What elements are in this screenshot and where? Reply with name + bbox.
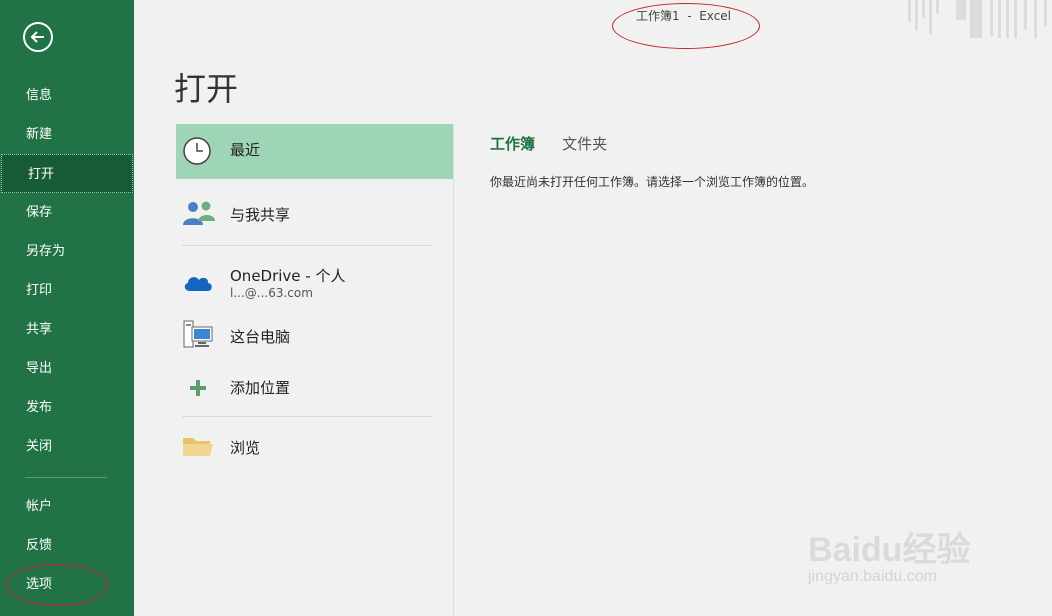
empty-recent-message: 你最近尚未打开任何工作簿。请选择一个浏览工作簿的位置。 (490, 175, 815, 189)
sidebar-item-share[interactable]: 共享 (0, 310, 134, 349)
sidebar-item-save[interactable]: 保存 (0, 193, 134, 232)
title-decoration (908, 0, 1047, 38)
tab-workbooks[interactable]: 工作簿 (490, 133, 535, 154)
sidebar-nav-bottom: 帐户 反馈 选项 (0, 487, 134, 604)
sidebar-divider (25, 477, 107, 478)
clock-icon (183, 137, 211, 165)
window-title: 工作簿1 - Excel (636, 9, 732, 23)
location-this-pc-label: 这台电脑 (230, 328, 291, 346)
plus-icon (190, 380, 206, 396)
location-list: 最近 与我共享 OneDrive - 个人 l...@...63.com 这台电… (176, 124, 453, 475)
title-bar: 工作簿1 - Excel (134, 0, 1052, 49)
page-title: 打开 (174, 70, 239, 108)
computer-icon (183, 320, 213, 348)
location-browse[interactable]: 浏览 (176, 417, 453, 475)
sidebar-item-close[interactable]: 关闭 (0, 427, 134, 466)
location-add-place[interactable]: 添加位置 (176, 362, 453, 416)
content-tabs: 工作簿 文件夹 (490, 133, 629, 154)
pane-divider (453, 124, 454, 616)
tab-folders[interactable]: 文件夹 (562, 133, 607, 154)
sidebar-item-print[interactable]: 打印 (0, 271, 134, 310)
arrow-left-icon (30, 31, 44, 43)
location-add-place-label: 添加位置 (230, 379, 291, 397)
backstage-sidebar: 信息 新建 打开 保存 另存为 打印 共享 导出 发布 关闭 帐户 反馈 选项 (0, 0, 134, 616)
sidebar-item-export[interactable]: 导出 (0, 349, 134, 388)
watermark-sub: jingyan.baidu.com (808, 568, 937, 585)
location-recent-label: 最近 (230, 141, 261, 159)
baidu-watermark: Baidu经验 jingyan.baidu.com (808, 502, 1008, 602)
excel-backstage: 信息 新建 打开 保存 另存为 打印 共享 导出 发布 关闭 帐户 反馈 选项 … (0, 0, 1052, 616)
back-button[interactable] (23, 22, 53, 52)
cloud-icon (184, 277, 212, 291)
location-onedrive[interactable]: OneDrive - 个人 l...@...63.com (176, 246, 453, 312)
sidebar-item-save-as[interactable]: 另存为 (0, 232, 134, 271)
sidebar-item-options[interactable]: 选项 (0, 565, 134, 604)
location-shared-label: 与我共享 (230, 206, 291, 224)
sidebar-nav: 信息 新建 打开 保存 另存为 打印 共享 导出 发布 关闭 (0, 76, 134, 466)
location-onedrive-account: l...@...63.com (230, 286, 313, 300)
location-recent[interactable]: 最近 (176, 124, 453, 179)
location-this-pc[interactable]: 这台电脑 (176, 312, 453, 362)
sidebar-item-account[interactable]: 帐户 (0, 487, 134, 526)
folder-icon (183, 438, 213, 456)
sidebar-item-new[interactable]: 新建 (0, 115, 134, 154)
watermark-main: Baidu经验 (808, 531, 971, 569)
location-shared[interactable]: 与我共享 (176, 179, 453, 245)
sidebar-item-info[interactable]: 信息 (0, 76, 134, 115)
sidebar-item-open[interactable]: 打开 (1, 154, 133, 193)
sidebar-item-publish[interactable]: 发布 (0, 388, 134, 427)
location-onedrive-label: OneDrive - 个人 (230, 267, 346, 285)
people-icon (183, 201, 215, 225)
location-browse-label: 浏览 (230, 439, 261, 457)
sidebar-item-feedback[interactable]: 反馈 (0, 526, 134, 565)
